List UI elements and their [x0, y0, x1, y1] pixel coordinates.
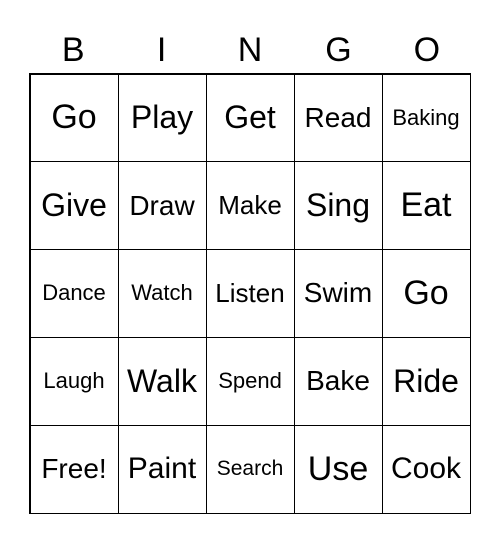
bingo-cell[interactable]: Paint [117, 424, 207, 514]
bingo-cell[interactable]: Sing [293, 161, 383, 251]
bingo-cell[interactable]: Eat [381, 161, 471, 251]
bingo-cell[interactable]: Bake [293, 336, 383, 426]
bingo-cell-free[interactable]: Free! [29, 424, 119, 514]
bingo-cell[interactable]: Make [205, 161, 295, 251]
bingo-header: B I N G O [29, 28, 471, 72]
bingo-cell[interactable]: Get [205, 73, 295, 163]
bingo-cell[interactable]: Spend [205, 336, 295, 426]
bingo-cell[interactable]: Give [29, 161, 119, 251]
bingo-cell[interactable]: Listen [205, 249, 295, 338]
bingo-cell[interactable]: Swim [293, 249, 383, 338]
header-letter-i: I [156, 31, 167, 69]
bingo-cell[interactable]: Walk [117, 336, 207, 426]
header-letter-b: B [61, 31, 85, 69]
header-letter-o: O [413, 31, 441, 69]
bingo-cell[interactable]: Go [381, 249, 471, 338]
bingo-cell[interactable]: Use [293, 424, 383, 514]
bingo-cell[interactable]: Ride [381, 336, 471, 426]
bingo-grid: Go Play Get Read Baking Give Draw Make S… [29, 73, 471, 514]
bingo-cell[interactable]: Baking [381, 73, 471, 163]
bingo-cell[interactable]: Read [293, 73, 383, 163]
bingo-cell[interactable]: Play [117, 73, 207, 163]
bingo-cell[interactable]: Search [205, 424, 295, 514]
bingo-cell[interactable]: Cook [381, 424, 471, 514]
header-letter-g: G [325, 31, 352, 69]
bingo-cell[interactable]: Watch [117, 249, 207, 338]
header-letter-n: N [237, 31, 263, 69]
bingo-cell[interactable]: Go [29, 73, 119, 163]
bingo-cell[interactable]: Laugh [29, 336, 119, 426]
bingo-cell[interactable]: Dance [29, 249, 119, 338]
bingo-cell[interactable]: Draw [117, 161, 207, 251]
